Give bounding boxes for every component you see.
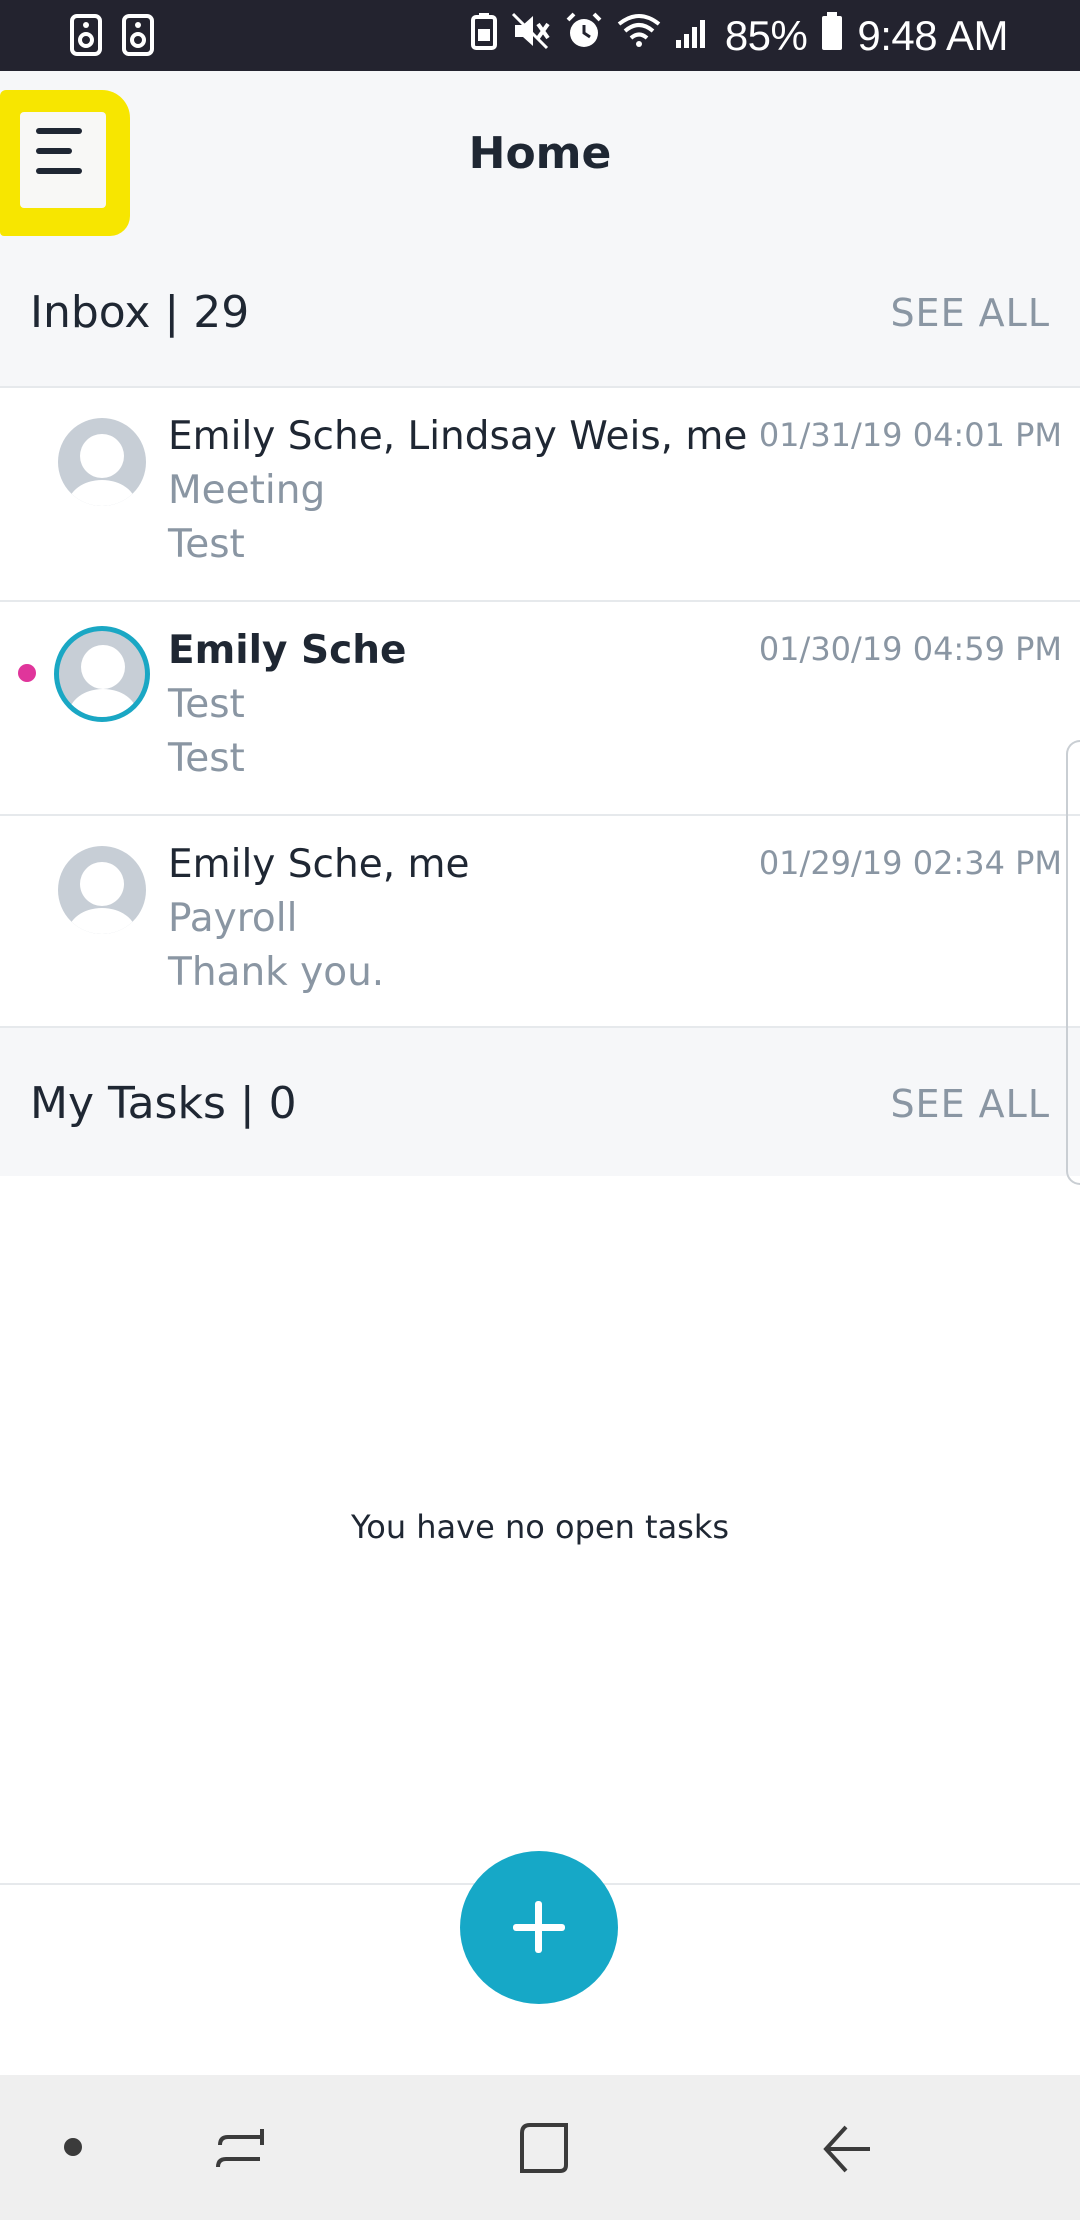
tasks-section-header: My Tasks | 0 SEE ALL — [0, 1028, 1080, 1176]
signal-icon — [675, 12, 711, 60]
wifi-icon — [617, 12, 661, 60]
notification-icon — [70, 14, 102, 56]
tasks-title: My Tasks | 0 — [30, 1078, 297, 1129]
inbox-see-all-button[interactable]: SEE ALL — [890, 291, 1050, 335]
message-subject: Test — [168, 682, 245, 727]
message-timestamp: 01/30/19 04:59 PM — [758, 630, 1062, 668]
message-sender: Emily Sche, me — [168, 842, 470, 887]
home-icon[interactable] — [518, 2121, 570, 2179]
battery-icon — [821, 11, 843, 61]
battery-saver-icon — [470, 12, 497, 60]
mute-icon — [511, 12, 551, 60]
inbox-message-row[interactable]: Emily Sche, Lindsay Weis, me Meeting Tes… — [0, 388, 1080, 602]
inbox-section-header: Inbox | 29 SEE ALL — [0, 241, 1080, 387]
message-preview: Test — [168, 736, 245, 781]
edge-panel-handle[interactable] — [1066, 740, 1080, 1185]
message-sender: Emily Sche, Lindsay Weis, me — [168, 414, 748, 459]
message-subject: Payroll — [168, 896, 298, 941]
message-sender: Emily Sche — [168, 628, 407, 673]
dot-icon[interactable] — [64, 2138, 82, 2156]
inbox-message-row[interactable]: Emily Sche Test Test 01/30/19 04:59 PM — [0, 602, 1080, 816]
clock: 9:48 AM — [857, 11, 1008, 59]
unread-indicator — [18, 664, 36, 682]
page-title: Home — [468, 128, 612, 179]
alarm-icon — [565, 12, 603, 60]
avatar — [58, 418, 146, 506]
avatar — [58, 846, 146, 934]
inbox-title: Inbox | 29 — [30, 287, 250, 338]
notification-icon — [122, 14, 154, 56]
compose-fab-button[interactable] — [460, 1851, 618, 2004]
message-timestamp: 01/29/19 02:34 PM — [758, 844, 1062, 882]
inbox-message-row[interactable]: Emily Sche, me Payroll Thank you. 01/29/… — [0, 816, 1080, 1028]
status-bar: 85% 9:48 AM — [0, 0, 1080, 71]
back-icon[interactable] — [822, 2123, 872, 2179]
message-preview: Test — [168, 522, 245, 567]
empty-tasks-message: You have no open tasks — [350, 1508, 730, 1546]
avatar — [54, 626, 150, 722]
recent-apps-icon[interactable] — [214, 2123, 266, 2179]
tasks-see-all-button[interactable]: SEE ALL — [890, 1082, 1050, 1126]
message-preview: Thank you. — [168, 950, 385, 995]
message-timestamp: 01/31/19 04:01 PM — [758, 416, 1062, 454]
battery-percent: 85% — [724, 11, 808, 59]
system-nav-bar — [0, 2075, 1080, 2220]
message-subject: Meeting — [168, 468, 326, 513]
